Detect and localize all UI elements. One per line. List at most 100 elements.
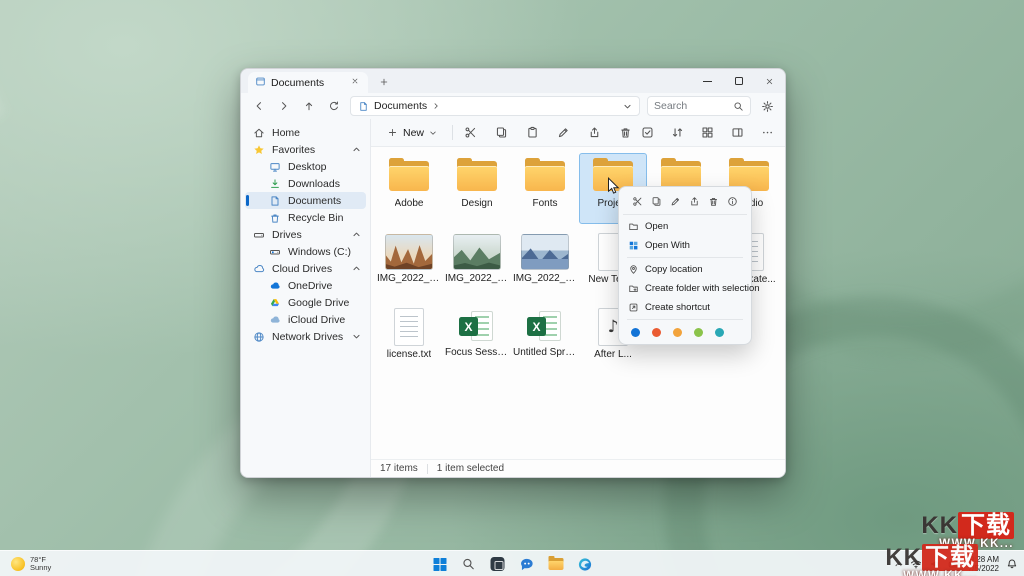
more-button[interactable]	[758, 124, 776, 142]
up-button[interactable]	[300, 97, 318, 115]
color-tag-dot[interactable]	[694, 328, 703, 337]
sidebar-item-label: Home	[272, 127, 300, 139]
context-rename-button[interactable]	[668, 194, 683, 209]
sidebar-item-documents[interactable]: Documents	[245, 192, 366, 209]
sidebar-item-icloud-drive[interactable]: iCloud Drive	[245, 311, 366, 328]
menu-item-create-shortcut[interactable]: Create shortcut	[623, 298, 747, 317]
wifi-icon[interactable]	[910, 558, 922, 570]
file-item-license-txt[interactable]: license.txt	[375, 303, 443, 374]
sidebar-item-desktop[interactable]: Desktop	[245, 158, 366, 175]
breadcrumb[interactable]: Documents	[374, 100, 427, 112]
context-info-button[interactable]	[725, 194, 740, 209]
volume-icon[interactable]	[929, 558, 941, 570]
preview-button[interactable]	[728, 124, 746, 142]
menu-item-create-folder-with-selection[interactable]: Create folder with selection	[623, 279, 747, 298]
maximize-button[interactable]	[723, 69, 754, 93]
file-item-fonts[interactable]: Fonts	[511, 153, 579, 224]
paste-button[interactable]	[523, 124, 541, 142]
file-name-label: license.txt	[387, 349, 431, 360]
tab-documents[interactable]: Documents	[248, 72, 368, 93]
sidebar-item-label: Recycle Bin	[288, 212, 343, 224]
file-item-img-2022-06[interactable]: IMG_2022_06...	[511, 228, 579, 299]
cloud-icon	[253, 263, 265, 275]
settings-gear-icon[interactable]	[758, 97, 776, 115]
sidebar-item-windows-c[interactable]: Windows (C:)	[245, 243, 366, 260]
file-item-design[interactable]: Design	[443, 153, 511, 224]
battery-icon[interactable]	[948, 558, 961, 571]
sidebar-item-favorites[interactable]: Favorites	[245, 141, 366, 158]
menu-item-open-with[interactable]: Open With	[623, 236, 747, 255]
context-delete-button[interactable]	[706, 194, 721, 209]
context-cut-button[interactable]	[630, 194, 645, 209]
file-item-img-2022-06[interactable]: IMG_2022_06...	[375, 228, 443, 299]
forward-button[interactable]	[275, 97, 293, 115]
file-item-focus-sessions[interactable]: Focus Sessions	[443, 303, 511, 374]
address-dropdown-icon[interactable]	[623, 102, 632, 111]
context-share-button[interactable]	[687, 194, 702, 209]
file-item-untitled-spreads[interactable]: Untitled Spreads...	[511, 303, 579, 374]
rename-button[interactable]	[554, 124, 572, 142]
share-button[interactable]	[585, 124, 603, 142]
chevron-up-icon[interactable]	[352, 264, 361, 276]
chevron-up-icon[interactable]	[352, 230, 361, 242]
close-button[interactable]	[754, 69, 785, 93]
sidebar-item-drives[interactable]: Drives	[245, 226, 366, 243]
color-tag-dot[interactable]	[652, 328, 661, 337]
color-tag-dot[interactable]	[631, 328, 640, 337]
task-view-button[interactable]	[487, 553, 509, 575]
new-tab-button[interactable]	[376, 74, 392, 90]
navigation-bar: Documents	[241, 93, 785, 119]
notification-bell-icon[interactable]	[1006, 558, 1018, 570]
sidebar-item-recycle-bin[interactable]: Recycle Bin	[245, 209, 366, 226]
delete-button[interactable]	[616, 124, 634, 142]
text-file-icon	[394, 308, 424, 346]
sidebar-item-network-drives[interactable]: Network Drives	[245, 328, 366, 345]
icloud-icon	[269, 314, 281, 326]
onedrive-icon	[269, 280, 281, 292]
copy-location-icon	[628, 264, 639, 275]
menu-item-copy-location[interactable]: Copy location	[623, 260, 747, 279]
chevron-down-icon[interactable]	[352, 332, 361, 344]
address-bar[interactable]: Documents	[350, 96, 640, 116]
chevron-up-icon[interactable]	[352, 145, 361, 157]
chat-button[interactable]	[516, 553, 538, 575]
start-button[interactable]	[429, 553, 451, 575]
photo-thumbnail	[385, 234, 433, 270]
edge-button[interactable]	[574, 553, 596, 575]
file-explorer-button[interactable]	[545, 553, 567, 575]
menu-separator	[627, 319, 743, 320]
context-menu: OpenOpen With Copy locationCreate folder …	[618, 186, 752, 345]
sidebar-item-downloads[interactable]: Downloads	[245, 175, 366, 192]
selection-button[interactable]	[638, 124, 656, 142]
sidebar-item-google-drive[interactable]: Google Drive	[245, 294, 366, 311]
cut-button[interactable]	[461, 124, 479, 142]
file-item-img-2022-06[interactable]: IMG_2022_06...	[443, 228, 511, 299]
taskbar: 78°F Sunny 9:28 AM 7/5/2022	[0, 550, 1024, 576]
sidebar-item-label: Network Drives	[272, 331, 343, 343]
refresh-button[interactable]	[325, 97, 343, 115]
back-button[interactable]	[250, 97, 268, 115]
sidebar-item-onedrive[interactable]: OneDrive	[245, 277, 366, 294]
clock[interactable]: 9:28 AM 7/5/2022	[968, 555, 999, 573]
minimize-button[interactable]	[692, 69, 723, 93]
titlebar[interactable]: Documents	[241, 69, 785, 93]
sidebar-item-cloud-drives[interactable]: Cloud Drives	[245, 260, 366, 277]
tray-chevron-icon[interactable]	[894, 560, 903, 569]
search-input[interactable]	[654, 100, 729, 112]
tab-close-icon[interactable]	[349, 77, 361, 88]
context-copy-button[interactable]	[649, 194, 664, 209]
copy-button[interactable]	[492, 124, 510, 142]
toolbar-edit-group	[461, 124, 634, 142]
view-button[interactable]	[698, 124, 716, 142]
menu-item-open[interactable]: Open	[623, 217, 747, 236]
search-box[interactable]	[647, 96, 751, 116]
network-icon	[253, 331, 265, 343]
search-button[interactable]	[458, 553, 480, 575]
sort-button[interactable]	[668, 124, 686, 142]
new-button[interactable]: New	[380, 122, 444, 144]
color-tag-dot[interactable]	[715, 328, 724, 337]
color-tag-dot[interactable]	[673, 328, 682, 337]
sidebar-item-home[interactable]: Home	[245, 124, 366, 141]
file-item-adobe[interactable]: Adobe	[375, 153, 443, 224]
weather-widget[interactable]: 78°F Sunny	[6, 553, 56, 575]
